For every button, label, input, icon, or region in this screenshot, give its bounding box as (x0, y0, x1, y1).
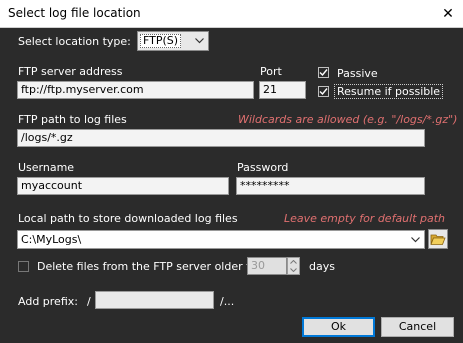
prefix-suffix: /... (220, 295, 235, 308)
passive-label: Passive (337, 67, 378, 80)
browse-folder-button[interactable] (428, 229, 448, 249)
ftp-server-label: FTP server address (18, 65, 123, 78)
days-spinner[interactable] (287, 257, 300, 275)
chevron-up-icon[interactable] (288, 258, 299, 266)
resume-label: Resume if possible (334, 84, 444, 99)
ftp-path-hint: Wildcards are allowed (e.g. "/logs/*.gz"… (238, 113, 458, 126)
window-title: Select log file location (8, 6, 141, 20)
resume-checkbox[interactable] (318, 86, 329, 97)
local-path-combo[interactable]: C:\MyLogs\ (17, 230, 425, 249)
chevron-down-icon[interactable] (288, 266, 299, 274)
username-input[interactable]: myaccount (17, 177, 229, 195)
prefix-input[interactable] (95, 291, 214, 309)
local-path-hint: Leave empty for default path (284, 212, 446, 225)
location-type-label: Select location type: (18, 35, 131, 48)
ftp-path-input[interactable]: /logs/*.gz (17, 129, 425, 147)
delete-files-label: Delete files from the FTP server older t… (37, 260, 265, 273)
port-label: Port (260, 65, 282, 78)
location-type-value: FTP(S) (140, 34, 182, 48)
close-icon[interactable]: ✕ (433, 0, 463, 27)
port-input[interactable]: 21 (259, 81, 306, 99)
prefix-label: Add prefix: (18, 295, 78, 308)
passive-checkbox[interactable] (318, 67, 329, 78)
delete-files-checkbox[interactable] (18, 261, 29, 272)
local-path-label: Local path to store downloaded log files (18, 212, 238, 225)
days-input[interactable]: 30 (247, 257, 287, 275)
title-bar: Select log file location ✕ (0, 0, 463, 28)
cancel-button[interactable]: Cancel (381, 317, 454, 337)
username-label: Username (18, 161, 75, 174)
checkmark-icon (319, 88, 328, 96)
prefix-slash: / (87, 295, 91, 308)
ok-button[interactable]: Ok (302, 317, 375, 337)
checkmark-icon (319, 69, 328, 77)
folder-icon (430, 234, 446, 245)
location-type-select[interactable]: FTP(S) (137, 31, 209, 51)
chevron-down-icon (408, 232, 422, 247)
ftp-path-label: FTP path to log files (18, 113, 127, 126)
password-label: Password (237, 161, 289, 174)
password-input[interactable]: ********* (236, 177, 425, 195)
ftp-server-input[interactable]: ftp://ftp.myserver.com (17, 81, 254, 99)
local-path-value: C:\MyLogs\ (21, 233, 82, 246)
chevron-down-icon (192, 33, 206, 49)
days-unit-label: days (309, 260, 335, 273)
